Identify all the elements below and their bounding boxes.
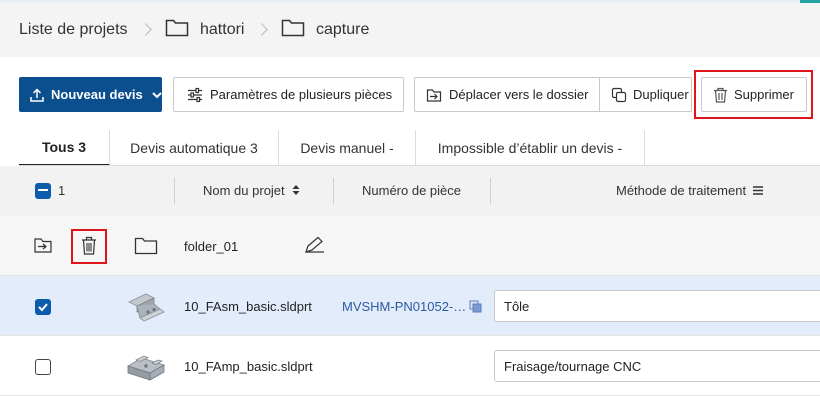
delete-button-highlight: [694, 70, 813, 119]
folder-icon: [134, 237, 158, 255]
part-number-link[interactable]: MVSHM-PN01052-…: [342, 299, 466, 314]
part-name: 10_FAmp_basic.sldprt: [184, 359, 313, 374]
chevron-right-icon: [139, 23, 152, 36]
move-folder-icon: [426, 88, 442, 102]
part-thumbnail: [128, 293, 165, 322]
column-header-project-name[interactable]: Nom du projet: [203, 183, 300, 198]
column-divider: [333, 178, 334, 204]
duplicate-button[interactable]: Dupliquer: [599, 77, 692, 112]
edit-icon[interactable]: [304, 236, 326, 254]
column-header-part-number: Numéro de pièce: [362, 183, 461, 198]
tab-manual-quote[interactable]: Devis manuel -: [279, 130, 416, 166]
part-thumbnail: [127, 355, 165, 381]
chevron-right-icon: [255, 23, 268, 36]
tab-automatic-quote[interactable]: Devis automatique 3: [110, 130, 279, 166]
move-to-folder-label: Déplacer vers le dossier: [449, 87, 589, 102]
new-quote-label: Nouveau devis: [51, 87, 143, 102]
breadcrumb-item-capture: capture: [316, 21, 370, 38]
column-divider: [174, 178, 175, 204]
column-divider: [490, 178, 491, 204]
multi-part-settings-button[interactable]: Paramètres de plusieurs pièces: [173, 77, 404, 112]
new-quote-button[interactable]: Nouveau devis: [19, 77, 162, 112]
trash-icon-highlight: [71, 229, 107, 264]
move-folder-icon[interactable]: [33, 236, 53, 254]
row-checkbox[interactable]: [35, 299, 51, 315]
folder-icon: [281, 19, 305, 37]
chevron-down-icon: [152, 91, 162, 98]
sort-icon[interactable]: [292, 184, 300, 196]
folder-row[interactable]: [0, 216, 820, 276]
select-all-checkbox[interactable]: [35, 183, 51, 199]
breadcrumb-root-link[interactable]: Liste de projets: [19, 21, 128, 39]
row-checkbox[interactable]: [35, 359, 51, 375]
upload-icon: [30, 87, 44, 102]
tab-quote-impossible[interactable]: Impossible d’établir un devis -: [416, 130, 645, 166]
breadcrumb: Liste de projets hattori capture: [0, 3, 820, 57]
duplicate-label: Dupliquer: [633, 87, 689, 102]
processing-method-select[interactable]: Tôle: [494, 290, 820, 322]
processing-method-select[interactable]: Fraisage/tournage CNC: [494, 350, 820, 382]
duplicate-icon: [611, 87, 627, 102]
copy-icon[interactable]: [469, 300, 482, 313]
sliders-icon: [188, 87, 202, 102]
folder-icon: [165, 19, 189, 37]
folder-name: folder_01: [184, 239, 239, 254]
tab-all[interactable]: Tous 3: [19, 130, 110, 166]
part-name: 10_FAsm_basic.sldprt: [184, 299, 312, 314]
multi-part-settings-label: Paramètres de plusieurs pièces: [210, 87, 393, 102]
breadcrumb-item-hattori[interactable]: hattori: [200, 21, 244, 39]
column-header-processing-method[interactable]: Méthode de traitement: [616, 183, 763, 198]
move-to-folder-button[interactable]: Déplacer vers le dossier: [414, 77, 599, 112]
menu-icon[interactable]: [752, 186, 763, 195]
selected-count: 1: [58, 183, 66, 198]
